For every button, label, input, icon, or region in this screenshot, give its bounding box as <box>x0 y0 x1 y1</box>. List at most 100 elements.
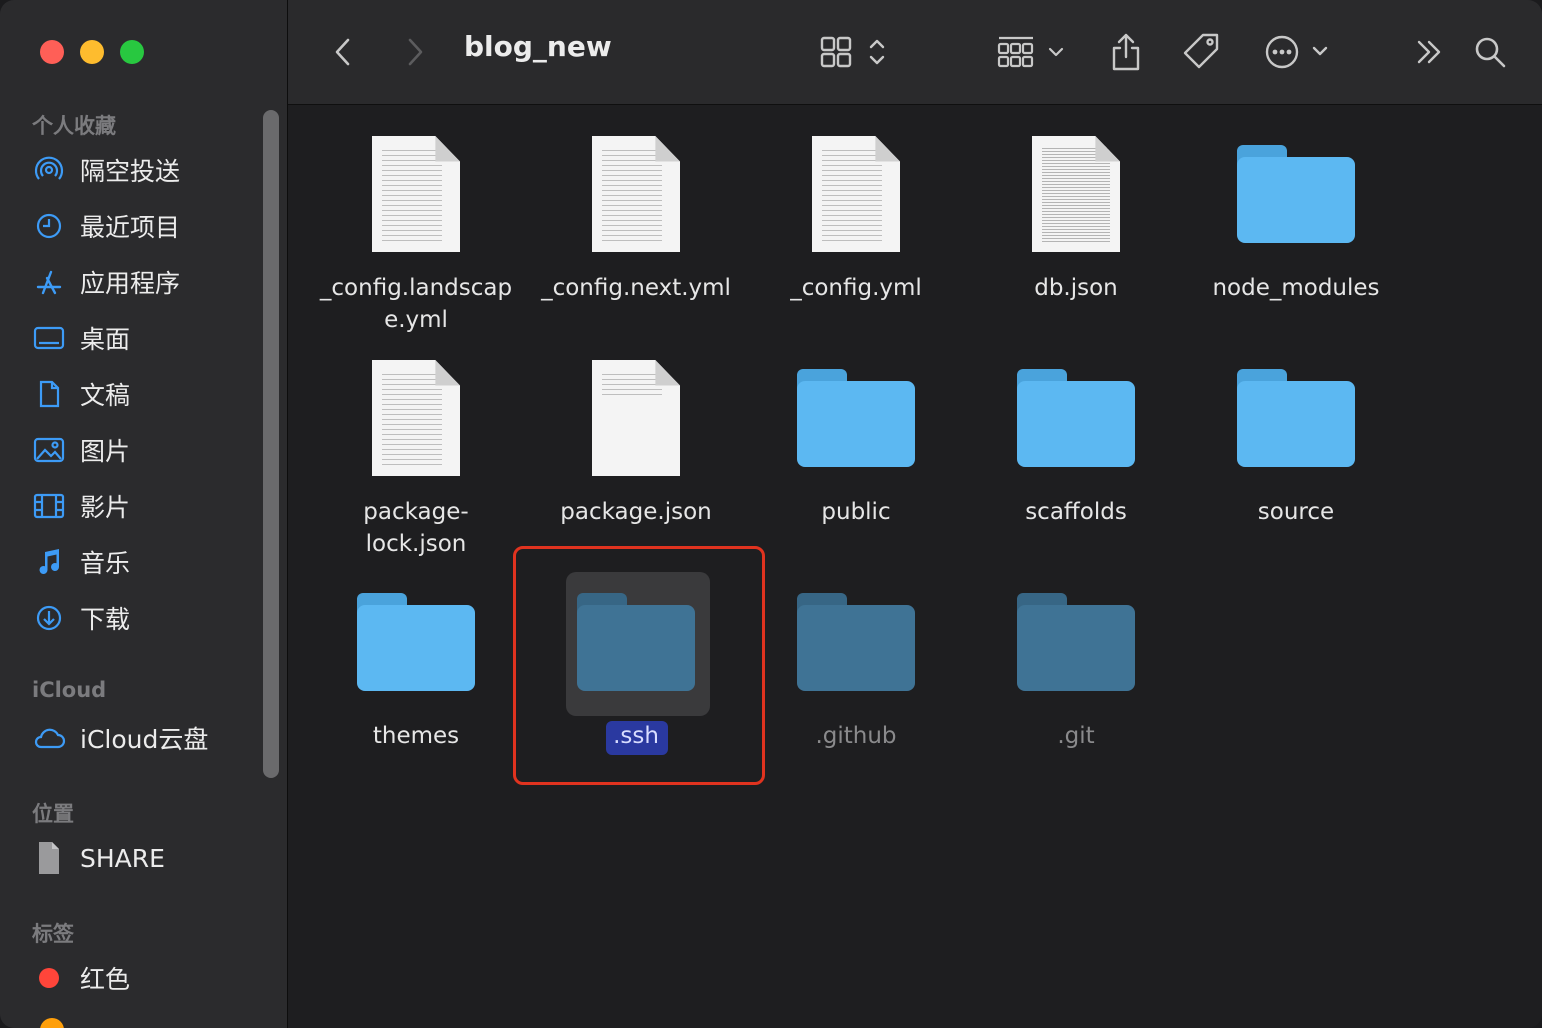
file-name-label: .github <box>815 723 897 749</box>
sidebar-item-downloads[interactable]: 下载 <box>32 598 130 638</box>
file-item[interactable]: _config.yml <box>746 134 966 334</box>
file-name-label: .ssh <box>613 723 659 749</box>
folder-item[interactable]: node_modules <box>1186 134 1406 334</box>
document-icon <box>576 358 696 478</box>
sidebar-item-pictures[interactable]: 图片 <box>32 430 130 470</box>
sidebar-section-favorites: 个人收藏 <box>32 114 116 138</box>
document-lines <box>382 146 442 242</box>
sidebar-item-label: 图片 <box>80 437 131 466</box>
file-name-label: scaffolds <box>1025 499 1127 525</box>
document-page <box>592 360 680 476</box>
file-name-label: _config.landscap <box>319 275 513 301</box>
film-icon <box>32 489 66 523</box>
download-icon <box>32 601 66 635</box>
folder-item[interactable]: public <box>746 358 966 558</box>
sidebar-item-label: 隔空投送 <box>80 157 181 186</box>
file-item[interactable]: package.json <box>526 358 746 558</box>
expand-icon[interactable] <box>1412 28 1446 76</box>
main-content: blog_new _config.landscap e.yml _config.… <box>288 0 1542 1028</box>
file-name-label: package.json <box>560 499 712 525</box>
zoom-button[interactable] <box>120 40 144 64</box>
folder-body <box>1017 605 1135 691</box>
sidebar-item-movies[interactable]: 影片 <box>32 486 130 526</box>
folder-item[interactable]: themes <box>306 582 526 782</box>
folder-body <box>1237 381 1355 467</box>
folder-icon <box>796 582 916 702</box>
file-name-label: lock.json <box>365 531 467 557</box>
document-lines <box>822 146 882 242</box>
sidebar-item-airdrop[interactable]: 隔空投送 <box>32 150 180 190</box>
sidebar-item-desktop[interactable]: 桌面 <box>32 318 130 358</box>
folder-shape <box>1017 369 1135 467</box>
sidebar-item-share[interactable]: SHARE <box>32 838 165 878</box>
folder-shape <box>577 593 695 691</box>
document-page <box>372 360 460 476</box>
apps-icon <box>32 265 66 299</box>
search-icon[interactable] <box>1470 28 1510 76</box>
file-name-label: .git <box>1057 723 1095 749</box>
folder-body <box>357 605 475 691</box>
file-item[interactable]: _config.next.yml <box>526 134 746 334</box>
sidebar-item-applications[interactable]: 应用程序 <box>32 262 180 302</box>
sidebar-item-label: 影片 <box>80 493 131 522</box>
sidebar-item-music[interactable]: 音乐 <box>32 542 130 582</box>
folder-icon <box>1236 358 1356 478</box>
toolbar: blog_new <box>288 0 1542 105</box>
document-page <box>372 136 460 252</box>
document-icon <box>356 358 476 478</box>
file-name-label: node_modules <box>1212 275 1380 301</box>
folder-item[interactable]: .github <box>746 582 966 782</box>
back-icon[interactable] <box>328 28 358 76</box>
folder-item[interactable]: scaffolds <box>966 358 1186 558</box>
sidebar-item-icloud-drive[interactable]: iCloud云盘 <box>32 718 208 758</box>
document-lines <box>602 146 662 242</box>
sidebar-item-label: 下载 <box>80 605 131 634</box>
sidebar-section-icloud: iCloud <box>32 678 107 702</box>
file-item[interactable]: db.json <box>966 134 1186 334</box>
group-icon[interactable] <box>996 28 1070 76</box>
folder-item[interactable]: source <box>1186 358 1406 558</box>
document-lines <box>382 370 442 466</box>
sidebar-scrollbar[interactable] <box>263 110 279 778</box>
document-lines <box>602 370 662 396</box>
file-item[interactable]: _config.landscap e.yml <box>306 134 526 334</box>
file-name-label: _config.yml <box>790 275 922 301</box>
sidebar-item-label: 最近项目 <box>80 213 181 242</box>
file-item[interactable]: package-lock.json <box>306 358 526 558</box>
file-name-label: e.yml <box>384 307 448 333</box>
folder-shape <box>357 593 475 691</box>
folder-icon <box>1016 358 1136 478</box>
close-button[interactable] <box>40 40 64 64</box>
grid-view-icon[interactable] <box>818 28 890 76</box>
folder-icon <box>796 358 916 478</box>
folder-item[interactable]: .git <box>966 582 1186 782</box>
sidebar-item-documents[interactable]: 文稿 <box>32 374 130 414</box>
sidebar: 个人收藏 隔空投送 最近项目 应用程序 桌面 文稿 图片 影片 音乐 下载 iC… <box>0 0 288 1028</box>
sidebar-item-label: 音乐 <box>80 549 131 578</box>
folder-body <box>1017 381 1135 467</box>
minimize-button[interactable] <box>80 40 104 64</box>
folder-body <box>577 605 695 691</box>
sidebar-item-label: SHARE <box>80 843 165 873</box>
folder-shape <box>1237 369 1355 467</box>
more-icon[interactable] <box>1264 28 1332 76</box>
forward-icon[interactable] <box>400 28 430 76</box>
folder-icon <box>1016 582 1136 702</box>
share-icon[interactable] <box>1108 28 1144 76</box>
folder-item[interactable]: .ssh <box>526 582 746 782</box>
finder-window: 个人收藏 隔空投送 最近项目 应用程序 桌面 文稿 图片 影片 音乐 下载 iC… <box>0 0 1542 1028</box>
file-name-label: public <box>821 499 891 525</box>
photo-icon <box>32 433 66 467</box>
document-page <box>812 136 900 252</box>
clock-icon <box>32 209 66 243</box>
sidebar-section-tags: 标签 <box>32 922 74 946</box>
sidebar-item-recents[interactable]: 最近项目 <box>32 206 180 246</box>
sidebar-item-tag-red[interactable]: 红色 <box>32 958 130 998</box>
traffic-lights <box>40 40 144 64</box>
file-name-label: _config.next.yml <box>541 275 731 301</box>
tag-icon[interactable] <box>1180 28 1224 76</box>
file-name-label: db.json <box>1034 275 1118 301</box>
folder-body <box>797 381 915 467</box>
file-name-label: package- <box>363 499 469 525</box>
document-lines <box>1042 146 1110 242</box>
